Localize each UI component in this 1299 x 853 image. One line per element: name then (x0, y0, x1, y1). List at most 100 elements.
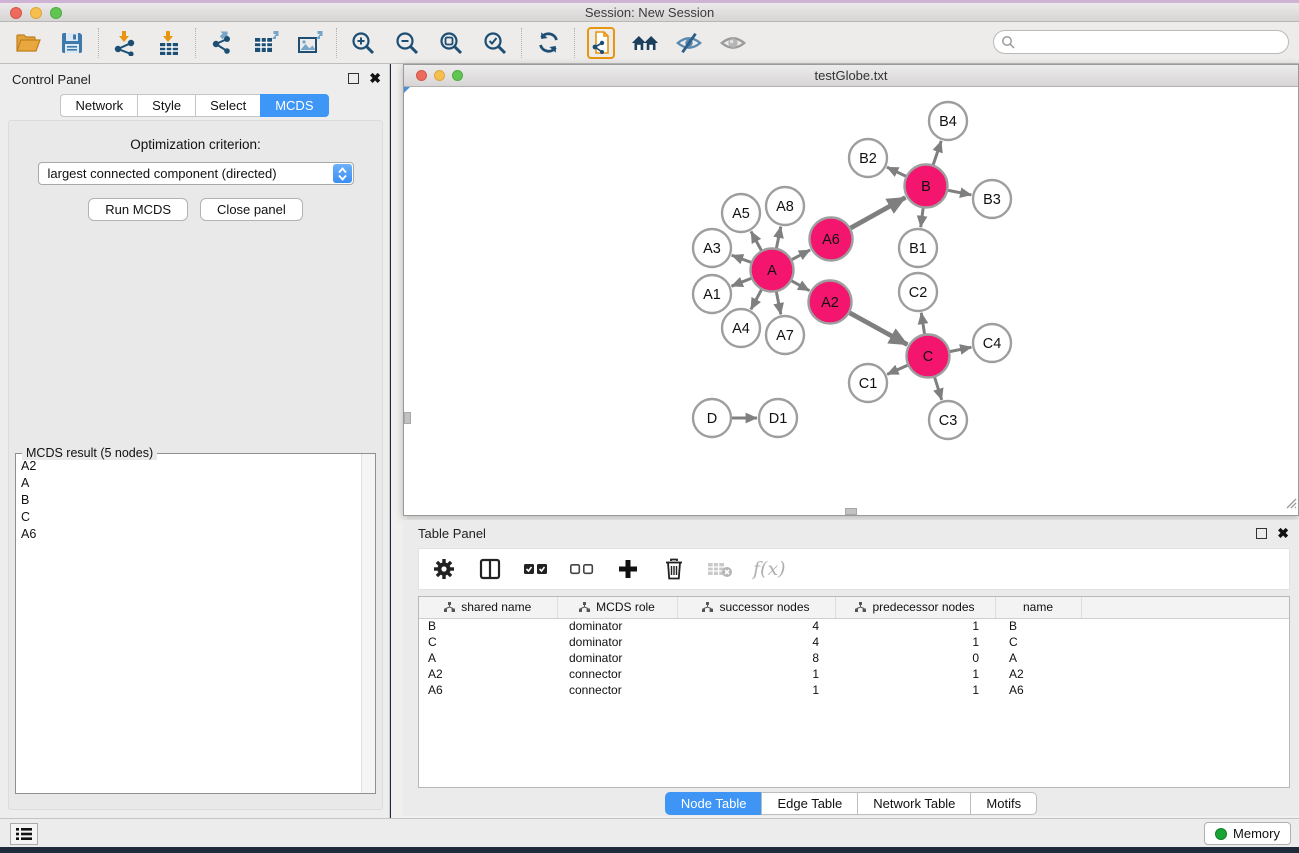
close-network-icon[interactable] (416, 70, 427, 81)
node-B4[interactable]: B4 (929, 102, 967, 140)
network-window-titlebar[interactable]: testGlobe.txt (404, 65, 1298, 87)
zoom-fit-icon[interactable] (437, 29, 465, 57)
table-cell[interactable]: 1 (835, 618, 995, 634)
edge-B-B1[interactable] (921, 207, 924, 227)
result-item[interactable]: A6 (16, 525, 362, 542)
network-overview-icon[interactable] (587, 29, 615, 57)
result-item[interactable]: B (16, 491, 362, 508)
show-panel-icon[interactable] (719, 29, 747, 57)
delete-icon[interactable] (661, 556, 687, 582)
add-column-icon[interactable] (615, 556, 641, 582)
table-row[interactable]: Bdominator41B (419, 618, 1289, 634)
maximize-network-icon[interactable] (452, 70, 463, 81)
open-file-icon[interactable] (14, 29, 42, 57)
node-D1[interactable]: D1 (759, 399, 797, 437)
minimize-window-icon[interactable] (30, 7, 42, 19)
node-B1[interactable]: B1 (899, 229, 937, 267)
mcds-result-list[interactable]: A2ABCA6 (16, 457, 362, 792)
table-row[interactable]: Cdominator41C (419, 634, 1289, 650)
edge-A-A8[interactable] (776, 227, 781, 249)
close-panel-icon[interactable]: ✖ (369, 71, 381, 86)
run-mcds-button[interactable]: Run MCDS (88, 198, 188, 221)
close-window-icon[interactable] (10, 7, 22, 19)
column-header[interactable]: successor nodes (677, 597, 835, 618)
task-history-icon[interactable] (10, 823, 38, 845)
float-panel-icon[interactable] (348, 73, 359, 84)
table-cell[interactable]: A (419, 650, 557, 666)
save-session-icon[interactable] (58, 29, 86, 57)
node-A2[interactable]: A2 (809, 281, 852, 324)
table-cell[interactable]: 0 (835, 650, 995, 666)
edge-A-A1[interactable] (731, 278, 752, 286)
tab-mcds[interactable]: MCDS (260, 94, 328, 117)
edge-C-C2[interactable] (921, 313, 924, 335)
table-cell[interactable]: C (995, 634, 1081, 650)
table-cell[interactable]: connector (557, 682, 677, 698)
export-table-icon[interactable] (252, 29, 280, 57)
edge-C-C4[interactable] (949, 347, 971, 352)
tab-node-table[interactable]: Node Table (665, 792, 762, 815)
close-table-panel-icon[interactable]: ✖ (1277, 526, 1289, 541)
tab-network-table[interactable]: Network Table (857, 792, 970, 815)
table-cell[interactable]: dominator (557, 634, 677, 650)
minimize-network-icon[interactable] (434, 70, 445, 81)
edge-A-A5[interactable] (751, 231, 762, 251)
table-cell[interactable]: 4 (677, 618, 835, 634)
result-scrollbar[interactable] (361, 454, 375, 793)
table-cell[interactable]: B (995, 618, 1081, 634)
table-cell[interactable]: A2 (995, 666, 1081, 682)
result-item[interactable]: A (16, 474, 362, 491)
edge-B-B4[interactable] (933, 141, 941, 166)
node-A3[interactable]: A3 (693, 229, 731, 267)
tab-select[interactable]: Select (195, 94, 260, 117)
deselect-all-icon[interactable] (569, 556, 595, 582)
edge-A2-C[interactable] (849, 312, 908, 344)
column-header[interactable]: MCDS role (557, 597, 677, 618)
scroll-nub-bottom[interactable] (845, 508, 857, 515)
node-B[interactable]: B (905, 165, 948, 208)
search-input[interactable] (993, 30, 1289, 54)
node-table[interactable]: shared nameMCDS rolesuccessor nodesprede… (418, 596, 1290, 788)
zoom-selected-icon[interactable] (481, 29, 509, 57)
node-A6[interactable]: A6 (810, 218, 853, 261)
result-item[interactable]: A2 (16, 457, 362, 474)
close-panel-button[interactable]: Close panel (200, 198, 303, 221)
table-row[interactable]: Adominator80A (419, 650, 1289, 666)
memory-button[interactable]: Memory (1204, 822, 1291, 845)
node-C3[interactable]: C3 (929, 401, 967, 439)
node-B2[interactable]: B2 (849, 139, 887, 177)
table-cell[interactable]: A (995, 650, 1081, 666)
criterion-select[interactable]: largest connected component (directed) (38, 162, 354, 185)
function-icon[interactable]: f(x) (753, 558, 786, 580)
edge-A6-B[interactable] (850, 197, 906, 228)
table-cell[interactable]: 4 (677, 634, 835, 650)
tab-motifs[interactable]: Motifs (970, 792, 1037, 815)
column-header[interactable]: predecessor nodes (835, 597, 995, 618)
node-D[interactable]: D (693, 399, 731, 437)
node-B3[interactable]: B3 (973, 180, 1011, 218)
node-A5[interactable]: A5 (722, 194, 760, 232)
edge-A-A3[interactable] (732, 255, 752, 262)
table-cell[interactable]: A6 (419, 682, 557, 698)
home-icon[interactable] (631, 29, 659, 57)
resize-grip-icon[interactable] (1285, 496, 1297, 514)
tab-style[interactable]: Style (137, 94, 195, 117)
delete-table-icon[interactable] (707, 556, 733, 582)
refresh-icon[interactable] (534, 29, 562, 57)
table-cell[interactable]: 1 (835, 634, 995, 650)
table-cell[interactable]: 1 (835, 666, 995, 682)
edge-A-A7[interactable] (776, 291, 781, 314)
zoom-out-icon[interactable] (393, 29, 421, 57)
edge-B-B3[interactable] (947, 190, 971, 195)
table-cell[interactable]: A2 (419, 666, 557, 682)
import-table-icon[interactable] (155, 29, 183, 57)
node-C2[interactable]: C2 (899, 273, 937, 311)
select-all-icon[interactable] (523, 556, 549, 582)
scroll-nub-left[interactable] (404, 412, 411, 424)
table-cell[interactable]: 1 (677, 682, 835, 698)
table-cell[interactable]: B (419, 618, 557, 634)
edge-A-A2[interactable] (791, 280, 810, 290)
table-cell[interactable]: 1 (677, 666, 835, 682)
node-C[interactable]: C (907, 335, 950, 378)
node-A[interactable]: A (751, 249, 794, 292)
